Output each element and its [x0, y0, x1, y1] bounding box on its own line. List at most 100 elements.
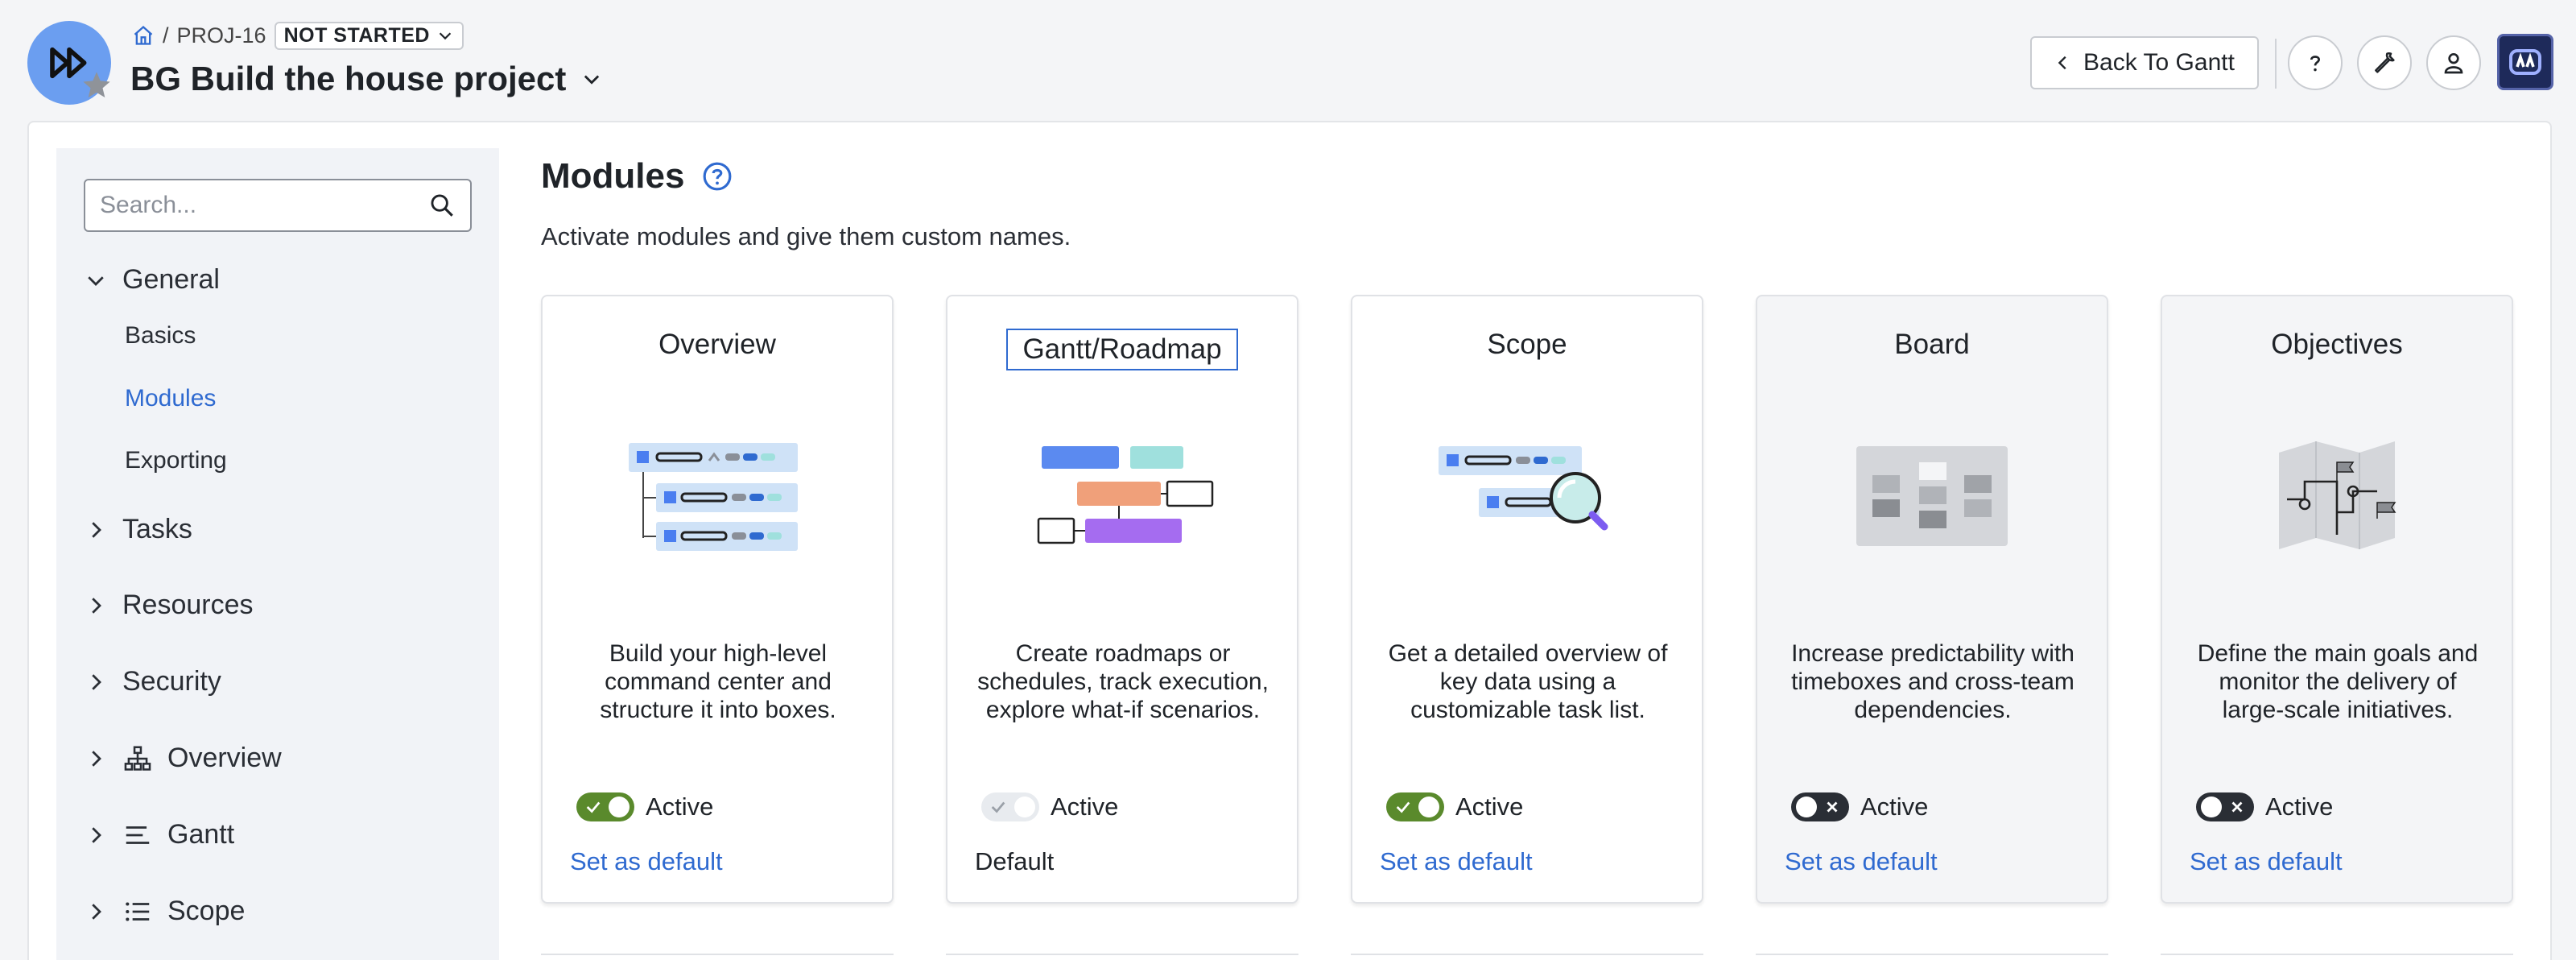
sidebar-item-tasks[interactable]: Tasks: [84, 514, 192, 545]
user-icon: [2444, 53, 2463, 74]
check-icon: [991, 801, 1005, 813]
toggle-switch-on[interactable]: [576, 792, 634, 821]
toggle-label: Active: [646, 792, 714, 821]
page-subtitle: Activate modules and give them custom na…: [541, 222, 1071, 250]
sidebar-item-label: Tasks: [122, 514, 192, 544]
module-active-toggle[interactable]: Active: [1791, 792, 1928, 821]
module-description: Increase predictability with timeboxes a…: [1791, 640, 2074, 723]
app-header: / PROJ-16 NOT STARTED BG Build the house…: [0, 0, 2576, 121]
toggle-label: Active: [2265, 792, 2334, 821]
sidebar-item-overview[interactable]: Overview: [84, 743, 282, 774]
chevron-left-icon: [2058, 56, 2066, 70]
toggle-switch-on[interactable]: [1386, 792, 1444, 821]
question-icon: [2310, 56, 2321, 72]
module-active-toggle: Active: [981, 792, 1118, 821]
set-as-default-link[interactable]: Set as default: [2190, 847, 2343, 876]
sidebar-item-label: Overview: [167, 743, 282, 773]
objectives-map-illustration-icon: [2279, 441, 2396, 549]
status-label: NOT STARTED: [283, 23, 430, 47]
app-switcher-avatar[interactable]: [2497, 34, 2553, 90]
check-icon: [1396, 801, 1410, 813]
sidebar-item-security[interactable]: Security: [84, 666, 221, 697]
module-name[interactable]: Scope: [1352, 329, 1702, 361]
sidebar-group-general[interactable]: General: [84, 264, 220, 296]
sidebar-item-label: Gantt: [167, 819, 235, 850]
help-icon[interactable]: [702, 161, 733, 192]
module-card-partial: [541, 954, 894, 960]
module-card-scope: Scope Get a detailed overview of key dat…: [1351, 295, 1703, 904]
close-icon: [1827, 801, 1838, 813]
toggle-switch-disabled: [981, 792, 1039, 821]
module-name-input[interactable]: Gantt/Roadmap: [1006, 329, 1238, 370]
back-button-label: Back To Gantt: [2083, 49, 2235, 76]
sidebar-item-scope[interactable]: Scope: [84, 896, 245, 927]
toggle-label: Active: [1455, 792, 1524, 821]
set-as-default-link[interactable]: Set as default: [570, 847, 723, 876]
module-card-board: Board Increase predictability with timeb…: [1756, 295, 2108, 904]
module-active-toggle[interactable]: Active: [576, 792, 713, 821]
toggle-switch-off[interactable]: [1791, 792, 1849, 821]
module-description: Create roadmaps or schedules, track exec…: [977, 640, 1269, 723]
sidebar-item-basics[interactable]: Basics: [125, 322, 196, 350]
chevron-right-icon: [92, 826, 101, 843]
header-divider: [2275, 39, 2277, 89]
search-input[interactable]: Search...: [100, 192, 196, 219]
project-title-dropdown[interactable]: BG Build the house project: [130, 60, 603, 98]
module-name-editing[interactable]: Gantt/Roadmap: [947, 329, 1297, 370]
sidebar-item-gantt[interactable]: Gantt: [84, 819, 234, 850]
user-profile-button[interactable]: [2426, 35, 2481, 90]
back-to-gantt-button[interactable]: Back To Gantt: [2030, 36, 2259, 89]
module-description: Build your high-level command center and…: [600, 640, 836, 723]
sidebar-group-label: General: [122, 264, 220, 295]
project-key[interactable]: PROJ-16: [177, 23, 266, 48]
module-card-gantt-roadmap: Gantt/Roadmap Create roadmaps or schedul…: [946, 295, 1298, 904]
close-icon: [2231, 801, 2243, 813]
module-active-toggle[interactable]: Active: [2196, 792, 2333, 821]
chevron-right-icon: [92, 750, 101, 767]
chevron-down-icon: [584, 75, 600, 85]
wrench-icon: [2375, 52, 2395, 73]
overview-illustration-icon: [629, 443, 798, 551]
module-description: Define the main goals and monitor the de…: [2197, 640, 2479, 723]
page-title: Modules: [541, 156, 733, 197]
chevron-right-icon: [92, 597, 101, 614]
module-card-objectives: Objectives Define the main goals and mon…: [2161, 295, 2513, 904]
search-icon: [431, 194, 453, 217]
breadcrumb: / PROJ-16 NOT STARTED: [132, 21, 464, 50]
sidebar-item-resources[interactable]: Resources: [84, 590, 254, 621]
settings-button[interactable]: [2357, 35, 2412, 90]
sidebar-item-modules[interactable]: Modules: [125, 385, 216, 412]
board-illustration-icon: [1856, 446, 2008, 546]
sidebar-search[interactable]: Search...: [84, 179, 472, 232]
module-active-toggle[interactable]: Active: [1386, 792, 1523, 821]
module-card-overview: Overview Build your high-level command c…: [541, 295, 894, 904]
check-icon: [586, 801, 601, 813]
default-label: Default: [975, 847, 1055, 875]
chevron-right-icon: [92, 673, 101, 690]
favorite-star-icon[interactable]: [80, 69, 113, 101]
ai-assistant-icon: [2509, 49, 2541, 75]
module-name[interactable]: Board: [1757, 329, 2107, 361]
chevron-right-icon: [92, 521, 101, 538]
module-card-partial: [2161, 954, 2513, 960]
set-as-default-link[interactable]: Set as default: [1785, 847, 1938, 876]
set-as-default-link[interactable]: Set as default: [1380, 847, 1533, 876]
sidebar-item-label: Security: [122, 666, 221, 697]
sidebar-item-exporting[interactable]: Exporting: [125, 447, 227, 474]
sidebar-item-label: Scope: [167, 896, 246, 926]
chevron-right-icon: [92, 903, 101, 920]
help-button[interactable]: [2288, 35, 2343, 90]
page-title-text: Modules: [541, 156, 685, 196]
toggle-switch-off[interactable]: [2196, 792, 2254, 821]
toggle-label: Active: [1860, 792, 1929, 821]
status-dropdown[interactable]: NOT STARTED: [274, 21, 464, 50]
module-card-partial: [1756, 954, 2108, 960]
breadcrumb-separator: /: [163, 23, 169, 48]
toggle-label: Active: [1051, 792, 1119, 821]
module-name[interactable]: Overview: [543, 329, 892, 361]
chevron-down-icon: [439, 32, 452, 40]
module-name[interactable]: Objectives: [2162, 329, 2512, 361]
module-card-partial: [946, 954, 1298, 960]
gantt-roadmap-illustration-icon: [1037, 446, 1214, 544]
home-icon[interactable]: [132, 24, 155, 47]
